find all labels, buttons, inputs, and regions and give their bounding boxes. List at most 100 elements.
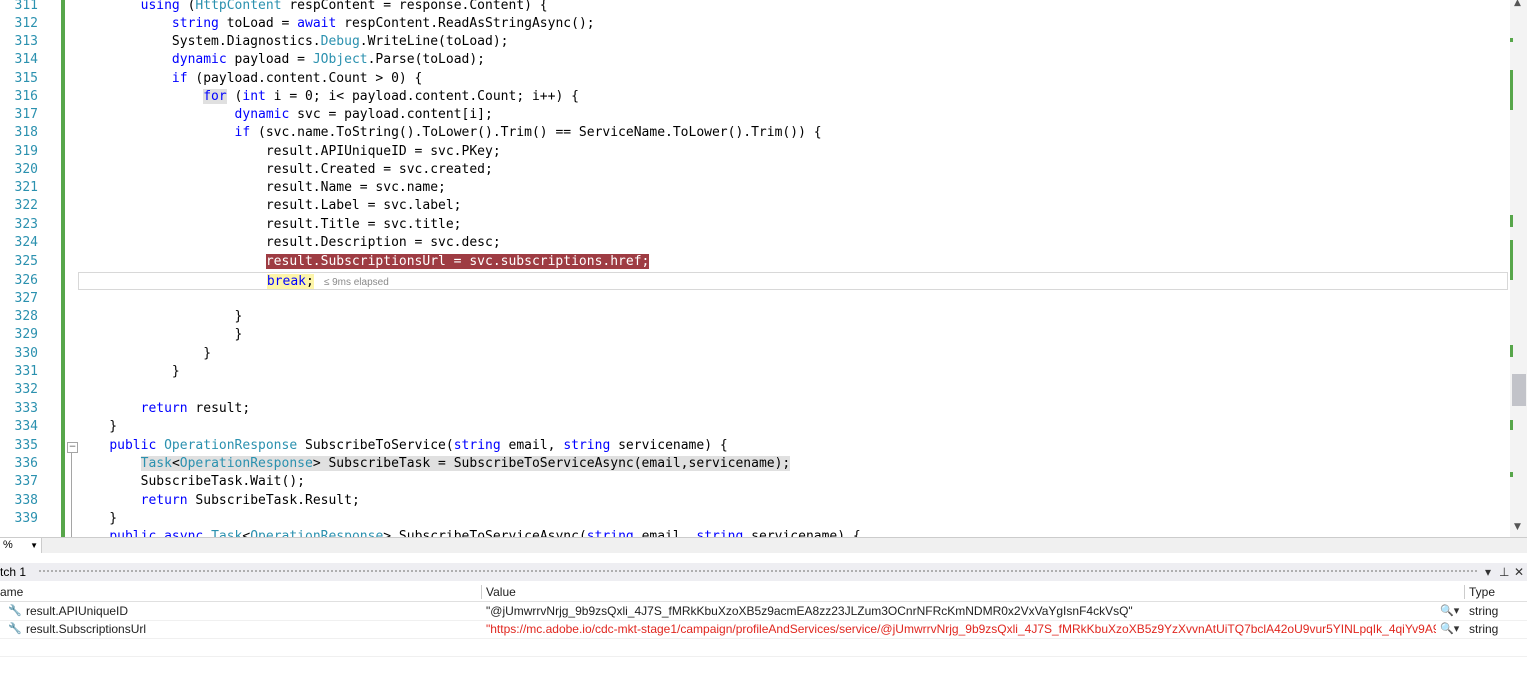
line-number: 312 bbox=[14, 16, 38, 31]
line-number: 331 bbox=[14, 364, 38, 379]
code-line-331[interactable]: } bbox=[78, 363, 1508, 381]
wrench-icon: 🔧 bbox=[8, 623, 22, 635]
change-marker bbox=[1510, 70, 1513, 110]
line-number: 329 bbox=[14, 327, 38, 342]
column-divider[interactable] bbox=[1464, 585, 1465, 599]
change-tracking-bar bbox=[61, 0, 65, 537]
change-marker bbox=[1510, 215, 1513, 227]
breakpoint-line[interactable]: result.SubscriptionsUrl = svc.subscripti… bbox=[78, 253, 1508, 271]
code-line-330[interactable]: } bbox=[78, 345, 1508, 363]
scroll-thumb[interactable] bbox=[1512, 374, 1526, 406]
code-line-322[interactable]: result.Label = svc.label; bbox=[78, 197, 1508, 215]
code-line-334[interactable]: } bbox=[78, 418, 1508, 436]
editor-status-bar: % ▼ bbox=[0, 537, 1527, 554]
dropdown-icon[interactable]: ▾ bbox=[1485, 563, 1491, 581]
code-line-318[interactable]: if (svc.name.ToString().ToLower().Trim()… bbox=[78, 124, 1508, 142]
code-line-340-partial[interactable]: public async Task<OperationResponse> Sub… bbox=[78, 528, 1508, 537]
collapse-toggle-icon[interactable]: − bbox=[67, 442, 78, 453]
code-line-328[interactable]: } bbox=[78, 308, 1508, 326]
pin-icon[interactable]: ⊥ bbox=[1499, 563, 1509, 581]
line-number: 339 bbox=[14, 511, 38, 526]
column-divider[interactable] bbox=[481, 585, 482, 599]
line-number: 324 bbox=[14, 235, 38, 250]
line-number: 326 bbox=[14, 273, 38, 288]
code-line-332[interactable] bbox=[78, 381, 1508, 399]
line-number: 317 bbox=[14, 107, 38, 122]
line-number: 314 bbox=[14, 52, 38, 67]
line-number: 335 bbox=[14, 438, 38, 453]
watch-row[interactable]: 🔧 result.SubscriptionsUrl "https://mc.ad… bbox=[0, 620, 1527, 639]
current-execution-line[interactable]: break; ≤ 9ms elapsed bbox=[78, 272, 1508, 290]
code-line-323[interactable]: result.Title = svc.title; bbox=[78, 216, 1508, 234]
watch-window: tch 1 ▾ ⊥ ✕ ame Value Type 🔧 result.APIU… bbox=[0, 553, 1527, 683]
code-line-316[interactable]: for (int i = 0; i< payload.content.Count… bbox=[78, 88, 1508, 106]
zoom-level: % bbox=[3, 539, 13, 551]
change-marker bbox=[1510, 38, 1513, 42]
change-marker bbox=[1510, 420, 1513, 430]
code-line-312[interactable]: string toLoad = await respContent.ReadAs… bbox=[78, 15, 1508, 33]
line-number: 328 bbox=[14, 309, 38, 324]
drag-grip[interactable] bbox=[38, 569, 1478, 574]
perf-tip: ≤ 9ms elapsed bbox=[323, 277, 389, 288]
line-number: 334 bbox=[14, 419, 38, 434]
watch-type: string bbox=[1469, 622, 1499, 636]
line-number: 311 bbox=[14, 0, 38, 13]
change-marker bbox=[1510, 240, 1513, 280]
watch-name[interactable]: result.APIUniqueID bbox=[26, 602, 128, 620]
code-line-333[interactable]: return result; bbox=[78, 400, 1508, 418]
wrench-icon: 🔧 bbox=[8, 605, 22, 617]
line-number: 338 bbox=[14, 493, 38, 508]
line-number: 316 bbox=[14, 89, 38, 104]
watch-type: string bbox=[1469, 604, 1499, 618]
code-line-315[interactable]: if (payload.content.Count > 0) { bbox=[78, 70, 1508, 88]
vertical-scrollbar[interactable]: ▲ ▼ bbox=[1510, 0, 1527, 537]
line-number: 323 bbox=[14, 217, 38, 232]
visualizer-icon[interactable]: 🔍▾ bbox=[1440, 620, 1459, 638]
watch-empty-row[interactable] bbox=[0, 638, 1527, 657]
watch-name[interactable]: result.SubscriptionsUrl bbox=[26, 620, 146, 638]
column-type-header[interactable]: Type bbox=[1469, 583, 1495, 601]
line-number: 327 bbox=[14, 291, 38, 306]
line-number: 315 bbox=[14, 71, 38, 86]
code-line-327[interactable] bbox=[78, 290, 1508, 308]
code-line-335[interactable]: public OperationResponse SubscribeToServ… bbox=[78, 437, 1508, 455]
code-editor[interactable]: − using (HttpContent respContent = respo… bbox=[0, 0, 1527, 537]
code-line-319[interactable]: result.APIUniqueID = svc.PKey; bbox=[78, 143, 1508, 161]
line-number: 330 bbox=[14, 346, 38, 361]
code-line-324[interactable]: result.Description = svc.desc; bbox=[78, 234, 1508, 252]
code-line-320[interactable]: result.Created = svc.created; bbox=[78, 161, 1508, 179]
code-line-336[interactable]: Task<OperationResponse> SubscribeTask = … bbox=[78, 455, 1508, 473]
zoom-dropdown[interactable]: % ▼ bbox=[0, 538, 42, 553]
line-number: 337 bbox=[14, 474, 38, 489]
line-number: 313 bbox=[14, 34, 38, 49]
code-line-321[interactable]: result.Name = svc.name; bbox=[78, 179, 1508, 197]
code-line-339[interactable]: } bbox=[78, 510, 1508, 528]
code-line-337[interactable]: SubscribeTask.Wait(); bbox=[78, 473, 1508, 491]
line-number: 332 bbox=[14, 382, 38, 397]
column-name-header[interactable]: ame bbox=[0, 583, 23, 601]
line-number: 318 bbox=[14, 125, 38, 140]
watch-title-bar[interactable]: tch 1 ▾ ⊥ ✕ bbox=[0, 563, 1527, 581]
code-line-317[interactable]: dynamic svc = payload.content[i]; bbox=[78, 106, 1508, 124]
scroll-up-icon[interactable]: ▲ bbox=[1514, 0, 1521, 8]
scroll-down-icon[interactable]: ▼ bbox=[1514, 522, 1521, 532]
close-icon[interactable]: ✕ bbox=[1514, 563, 1524, 581]
code-line-314[interactable]: dynamic payload = JObject.Parse(toLoad); bbox=[78, 51, 1508, 69]
code-line-338[interactable]: return SubscribeTask.Result; bbox=[78, 492, 1508, 510]
watch-row[interactable]: 🔧 result.APIUniqueID "@jUmwrrvNrjg_9b9zs… bbox=[0, 602, 1527, 621]
line-number: 321 bbox=[14, 180, 38, 195]
outline-guide bbox=[71, 452, 72, 537]
code-line-311[interactable]: using (HttpContent respContent = respons… bbox=[78, 0, 1508, 15]
code-line-329[interactable]: } bbox=[78, 326, 1508, 344]
change-marker bbox=[1510, 472, 1513, 477]
line-number: 325 bbox=[14, 254, 38, 269]
watch-header: ame Value Type bbox=[0, 583, 1527, 602]
line-number: 333 bbox=[14, 401, 38, 416]
code-line-313[interactable]: System.Diagnostics.Debug.WriteLine(toLoa… bbox=[78, 33, 1508, 51]
watch-value[interactable]: "@jUmwrrvNrjg_9b9zsQxli_4J7S_fMRkKbuXzoX… bbox=[486, 602, 1436, 620]
watch-value[interactable]: "https://mc.adobe.io/cdc-mkt-stage1/camp… bbox=[486, 620, 1436, 638]
visualizer-icon[interactable]: 🔍▾ bbox=[1440, 602, 1459, 620]
change-marker bbox=[1510, 345, 1513, 357]
column-value-header[interactable]: Value bbox=[486, 583, 516, 601]
line-number: 319 bbox=[14, 144, 38, 159]
